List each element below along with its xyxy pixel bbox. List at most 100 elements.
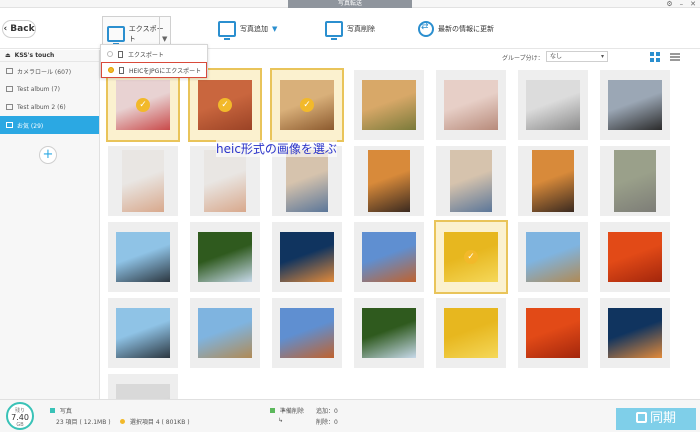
export-menu: エクスポート HEICをJPGにエクスポート: [100, 44, 208, 78]
photo-image: [198, 232, 252, 282]
photo-thumbnail[interactable]: [354, 222, 424, 292]
status-bar: 残り 7.40 GB 写真 23 項目 ( 12.1MB ) 選択項目 4 ( …: [0, 399, 700, 432]
photo-image: [122, 150, 164, 212]
photo-thumbnail[interactable]: [518, 146, 588, 216]
photo-image: [608, 232, 662, 282]
photo-image: [532, 150, 574, 212]
photo-thumbnail[interactable]: [354, 146, 424, 216]
photo-image: [280, 232, 334, 282]
photo-thumbnail[interactable]: [108, 298, 178, 368]
refresh-button[interactable]: 最新の情報に更新: [418, 13, 494, 45]
minimize-icon[interactable]: –: [680, 0, 684, 8]
album-icon: [6, 86, 13, 92]
selected-stat: 選択項目 4 ( 801KB ): [120, 417, 190, 426]
photo-thumbnail[interactable]: [600, 146, 670, 216]
storage-gauge: 残り 7.40 GB: [6, 402, 34, 430]
delete-count: 削除：0: [316, 419, 338, 426]
photo-thumbnail[interactable]: [272, 222, 342, 292]
photo-image: [280, 308, 334, 358]
add-count: 追加：0: [316, 408, 338, 415]
photo-thumbnail[interactable]: [518, 222, 588, 292]
album-icon: [6, 122, 13, 128]
delete-photo-button[interactable]: 写真削除: [325, 13, 375, 45]
device-name: KSS's touch: [14, 52, 55, 59]
group-by-value: なし: [550, 53, 563, 60]
refresh-label: 最新の情報に更新: [438, 25, 494, 33]
photo-thumbnail[interactable]: [436, 298, 506, 368]
photo-thumbnail[interactable]: [600, 222, 670, 292]
delete-photo-icon: [325, 21, 343, 40]
photo-image: [444, 308, 498, 358]
photo-thumbnail[interactable]: ✓: [270, 68, 344, 142]
photo-thumbnail[interactable]: [190, 222, 260, 292]
menu-item-heic-to-jpg[interactable]: HEICをJPGにエクスポート: [101, 62, 207, 78]
eject-icon[interactable]: ⏏: [5, 52, 11, 59]
sidebar-item-favorites[interactable]: お気 (29): [0, 116, 99, 134]
checkmark-icon: ✓: [300, 98, 314, 112]
photo-thumbnail[interactable]: [108, 146, 178, 216]
photo-image: [362, 308, 416, 358]
photo-thumbnail[interactable]: ✓: [434, 220, 508, 294]
annotation-text: heic形式の画像を選ぶ: [216, 140, 337, 157]
photo-image: [362, 80, 416, 130]
delete-photo-label: 写真削除: [347, 25, 375, 33]
menu-item-label: エクスポート: [128, 51, 164, 59]
window-controls: ⚙ – ✕: [666, 0, 696, 8]
sync-icon: [635, 412, 647, 423]
chevron-down-icon[interactable]: ▼: [272, 25, 277, 33]
photo-thumbnail[interactable]: [108, 374, 178, 399]
photo-thumbnail[interactable]: [600, 70, 670, 140]
device-header[interactable]: ⏏ KSS's touch: [0, 50, 99, 62]
photo-thumbnail[interactable]: [354, 298, 424, 368]
sidebar-item-label: お気 (29): [17, 122, 44, 130]
title-bar: 写真転送 ⚙ – ✕: [0, 0, 700, 8]
menu-item-export[interactable]: エクスポート: [101, 46, 207, 62]
checkmark-icon: ✓: [136, 98, 150, 112]
pending-arrow-icon: ↳: [278, 417, 284, 424]
chevron-left-icon: ‹: [3, 24, 8, 34]
sync-label: 同期: [649, 411, 676, 426]
sync-button[interactable]: 同期: [616, 408, 696, 430]
items-text: 23 項目 ( 12.1MB ): [56, 419, 111, 426]
photo-thumbnail[interactable]: ✓: [188, 68, 262, 142]
photo-image: [362, 232, 416, 282]
photo-image: [526, 80, 580, 130]
close-icon[interactable]: ✕: [690, 0, 696, 8]
sidebar-item-label: カメラロール (607): [17, 68, 72, 76]
radio-selected-icon: [108, 67, 114, 73]
selected-text: 選択項目 4 ( 801KB ): [129, 419, 190, 426]
file-icon: [119, 66, 124, 74]
photo-thumbnail[interactable]: [436, 146, 506, 216]
photo-thumbnail[interactable]: [272, 298, 342, 368]
photo-thumbnail[interactable]: [108, 222, 178, 292]
photo-image: [526, 308, 580, 358]
gear-icon[interactable]: ⚙: [666, 0, 672, 8]
photo-image: [286, 150, 328, 212]
sidebar-item-label: Test album 2 (6): [17, 103, 66, 111]
photo-thumbnail[interactable]: [354, 70, 424, 140]
photo-thumbnail[interactable]: ✓: [106, 68, 180, 142]
photo-thumbnail[interactable]: [518, 70, 588, 140]
photo-thumbnail[interactable]: [436, 70, 506, 140]
add-album-button[interactable]: +: [39, 146, 57, 164]
photo-thumbnail[interactable]: [190, 298, 260, 368]
back-button[interactable]: ‹ Back: [2, 20, 36, 38]
group-by-select[interactable]: なし ▾: [546, 51, 608, 62]
radio-icon: [107, 51, 113, 57]
sidebar-item-camera-roll[interactable]: カメラロール (607): [0, 62, 99, 80]
list-view-icon[interactable]: [670, 52, 680, 62]
photos-dot: [50, 408, 55, 413]
pending-dot: [270, 408, 275, 413]
photo-image: [444, 80, 498, 130]
photo-image: [526, 232, 580, 282]
photo-thumbnail[interactable]: [518, 298, 588, 368]
sidebar-item-test-album-2[interactable]: Test album 2 (6): [0, 98, 99, 116]
photo-thumbnail[interactable]: [600, 298, 670, 368]
items-stat: 23 項目 ( 12.1MB ): [56, 417, 111, 426]
chevron-down-icon[interactable]: ▼: [162, 35, 167, 43]
checkmark-icon: ✓: [464, 250, 478, 264]
add-photo-button[interactable]: 写真追加 ▼: [218, 13, 277, 45]
grid-view-icon[interactable]: [650, 52, 660, 62]
camera-icon: [6, 68, 13, 74]
sidebar-item-test-album[interactable]: Test album (7): [0, 80, 99, 98]
